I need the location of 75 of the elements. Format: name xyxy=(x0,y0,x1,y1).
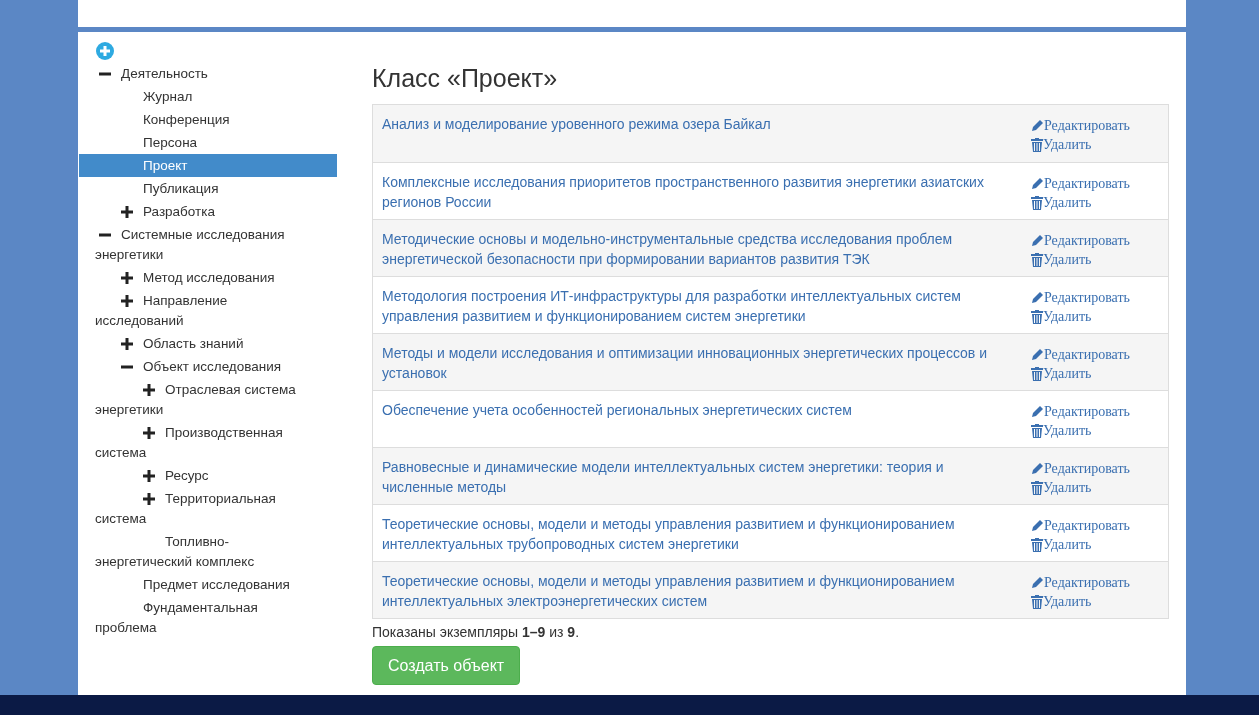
trash-icon xyxy=(1031,366,1043,381)
tree-item[interactable]: Публикация xyxy=(79,177,337,200)
pencil-icon xyxy=(1031,348,1044,361)
project-link[interactable]: Обеспечение учета особенностей региональных энергетических систем xyxy=(382,400,1030,447)
pencil-icon xyxy=(1031,291,1044,304)
add-icon[interactable] xyxy=(96,42,114,60)
tree-item[interactable]: Системные исследования энергетики xyxy=(79,223,337,266)
plus-icon[interactable] xyxy=(143,383,155,396)
tree-item[interactable]: Проект xyxy=(79,154,337,177)
plus-icon[interactable] xyxy=(143,492,155,505)
tree-item[interactable]: Отраслевая система энергетики xyxy=(79,378,337,421)
project-link[interactable]: Равновесные и динамические модели интеллектуальных систем энергетики: теория и численные методы xyxy=(382,457,1030,504)
pencil-icon xyxy=(1031,234,1044,247)
tree-item[interactable]: Производственная система xyxy=(79,421,337,464)
edit-link[interactable]: Редактировать xyxy=(1031,116,1130,135)
page-title: Класс «Проект» xyxy=(372,63,559,94)
plus-icon[interactable] xyxy=(143,469,155,482)
tree-item[interactable]: Метод исследования xyxy=(79,266,337,289)
edit-link[interactable]: Редактировать xyxy=(1031,459,1130,478)
delete-link[interactable]: Удалить xyxy=(1031,364,1130,383)
tree-item[interactable]: Ресурс xyxy=(79,464,337,487)
pencil-icon xyxy=(1031,519,1044,532)
edit-link[interactable]: Редактировать xyxy=(1031,231,1130,250)
delete-link[interactable]: Удалить xyxy=(1031,478,1130,497)
edit-link[interactable]: Редактировать xyxy=(1031,573,1130,592)
delete-link[interactable]: Удалить xyxy=(1031,193,1130,212)
tree-item[interactable]: Деятельность xyxy=(79,62,337,85)
tree-item[interactable]: Объект исследования xyxy=(79,355,337,378)
tree-item[interactable]: Фундаментальная проблема xyxy=(79,596,337,639)
tree-item[interactable]: Персона xyxy=(79,131,337,154)
tree-item[interactable]: Направление исследований xyxy=(79,289,337,332)
trash-icon xyxy=(1031,480,1043,495)
project-link[interactable]: Методические основы и модельно-инструментальные средства исследования проблем энергетической безопасности при формировании вариантов развития ТЭК xyxy=(382,229,1030,276)
plus-icon[interactable] xyxy=(121,294,133,307)
tree-item[interactable]: Топливно-энергетический комплекс xyxy=(79,530,337,573)
project-link[interactable]: Теоретические основы, модели и методы управления развитием и функционированием интеллектуальных трубопроводных систем энергетики xyxy=(382,514,1030,561)
tree-item[interactable]: Предмет исследования xyxy=(79,573,337,596)
tree-item[interactable]: Журнал xyxy=(79,85,337,108)
edit-link[interactable]: Редактировать xyxy=(1031,174,1130,193)
plus-icon[interactable] xyxy=(121,271,133,284)
edit-link[interactable]: Редактировать xyxy=(1031,402,1130,421)
trash-icon xyxy=(1031,594,1043,609)
project-link[interactable]: Теоретические основы, модели и методы управления развитием и функционированием интеллектуальных электроэнергетических систем xyxy=(382,571,1030,618)
trash-icon xyxy=(1031,137,1043,152)
plus-icon[interactable] xyxy=(143,426,155,439)
plus-icon[interactable] xyxy=(121,205,133,218)
tree-item[interactable]: Разработка xyxy=(79,200,337,223)
pencil-icon xyxy=(1031,405,1044,418)
tree-item[interactable]: Территориальная система xyxy=(79,487,337,530)
delete-link[interactable]: Удалить xyxy=(1031,307,1130,326)
project-link[interactable]: Методы и модели исследования и оптимизации инновационных энергетических процессов и установок xyxy=(382,343,1030,390)
trash-icon xyxy=(1031,252,1043,267)
delete-link[interactable]: Удалить xyxy=(1031,135,1130,154)
tree-item[interactable]: Конференция xyxy=(79,108,337,131)
delete-link[interactable]: Удалить xyxy=(1031,535,1130,554)
trash-icon xyxy=(1031,195,1043,210)
delete-link[interactable]: Удалить xyxy=(1031,592,1130,611)
delete-link[interactable]: Удалить xyxy=(1031,421,1130,440)
results-summary: Показаны экземпляры 1–9 из 9. xyxy=(372,623,581,642)
plus-icon[interactable] xyxy=(121,337,133,350)
project-link[interactable]: Анализ и моделирование уровенного режима озера Байкал xyxy=(382,114,1030,162)
project-link[interactable]: Методология построения ИТ-инфраструктуры для разработки интеллектуальных систем управления развитием и функционированием систем энергетики xyxy=(382,286,1030,333)
trash-icon xyxy=(1031,423,1043,438)
pencil-icon xyxy=(1031,119,1044,132)
tree-item[interactable]: Область знаний xyxy=(79,332,337,355)
edit-link[interactable]: Редактировать xyxy=(1031,516,1130,535)
pencil-icon xyxy=(1031,177,1044,190)
project-link[interactable]: Комплексные исследования приоритетов пространственного развития энергетики азиатских регионов России xyxy=(382,172,1030,219)
edit-link[interactable]: Редактировать xyxy=(1031,345,1130,364)
trash-icon xyxy=(1031,309,1043,324)
delete-link[interactable]: Удалить xyxy=(1031,250,1130,269)
pencil-icon xyxy=(1031,462,1044,475)
edit-link[interactable]: Редактировать xyxy=(1031,288,1130,307)
pencil-icon xyxy=(1031,576,1044,589)
trash-icon xyxy=(1031,537,1043,552)
